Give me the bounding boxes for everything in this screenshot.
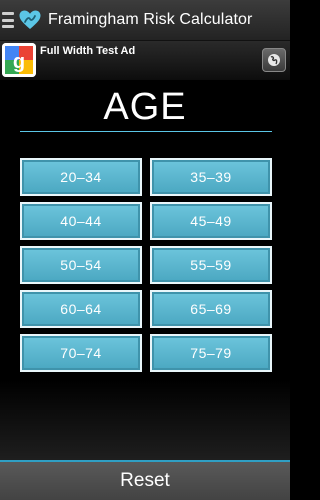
page-title: AGE (103, 86, 187, 128)
action-bar: Framingham Risk Calculator (0, 0, 290, 41)
age-button-40-44[interactable]: 40–44 (20, 202, 142, 240)
age-button-65-69[interactable]: 65–69 (150, 290, 272, 328)
app-title: Framingham Risk Calculator (48, 11, 253, 28)
menu-icon[interactable] (2, 12, 14, 28)
ad-banner[interactable]: g Full Width Test Ad (0, 41, 290, 80)
globe-icon[interactable] (262, 48, 286, 72)
age-button-20-34[interactable]: 20–34 (20, 158, 142, 196)
svg-text:g: g (13, 51, 25, 73)
heading-divider (20, 131, 272, 132)
age-button-75-79[interactable]: 75–79 (150, 334, 272, 372)
ad-text: Full Width Test Ad (40, 45, 136, 57)
reset-button[interactable]: Reset (0, 462, 290, 500)
age-button-70-74[interactable]: 70–74 (20, 334, 142, 372)
google-logo-icon: g (2, 43, 36, 77)
heart-app-icon[interactable] (18, 8, 42, 32)
age-button-35-39[interactable]: 35–39 (150, 158, 272, 196)
bottom-background (0, 380, 290, 460)
age-button-grid: 20–34 35–39 40–44 45–49 50–54 55–59 60–6… (20, 158, 272, 372)
age-button-45-49[interactable]: 45–49 (150, 202, 272, 240)
age-button-55-59[interactable]: 55–59 (150, 246, 272, 284)
age-button-50-54[interactable]: 50–54 (20, 246, 142, 284)
age-button-60-64[interactable]: 60–64 (20, 290, 142, 328)
